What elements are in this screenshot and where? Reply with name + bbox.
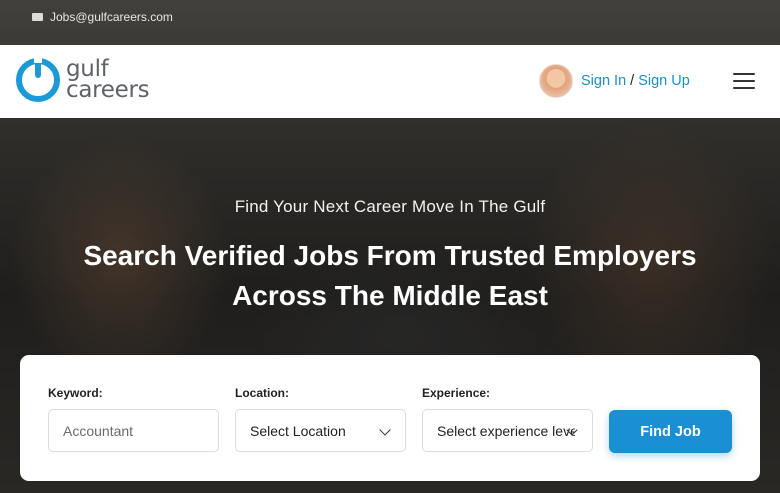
hero-title-line-2: Across The Middle East [232,280,548,311]
top-contact-bar: Jobs@gulfcareers.com [0,0,780,45]
experience-label: Experience: [422,386,491,400]
keyword-label: Keyword: [48,386,103,400]
hero-subtitle: Find Your Next Career Move In The Gulf [234,197,546,216]
keyword-input[interactable] [63,422,218,439]
hamburger-icon[interactable] [733,73,755,89]
user-avatar[interactable] [539,64,573,98]
site-header: gulf careers Sign In / Sign Up [0,45,780,118]
site-logo[interactable]: gulf careers [16,58,150,103]
job-search-form: Keyword: Location: Select Location Exper… [20,355,760,481]
auth-separator: / [630,73,635,89]
location-select[interactable]: Select Location [235,409,406,452]
keyword-field[interactable] [48,409,219,452]
find-job-button[interactable]: Find Job [609,410,732,453]
logo-wordmark: gulf careers [66,58,150,103]
contact-email[interactable]: Jobs@gulfcareers.com [50,10,173,24]
hero-title-line-1: Search Verified Jobs From Trusted Employ… [83,240,697,271]
experience-select[interactable]: Select experience level [422,409,593,452]
envelope-icon [32,12,43,21]
auth-area: Sign In / Sign Up [539,64,690,98]
hero-title: Search Verified Jobs From Trusted Employ… [40,236,740,316]
location-label: Location: [235,386,289,400]
sign-up-link[interactable]: Sign Up [638,73,690,89]
logo-line-2: careers [66,77,150,103]
sign-in-link[interactable]: Sign In [581,73,626,89]
auth-links: Sign In / Sign Up [581,73,690,89]
experience-select-value: Select experience level [437,422,575,439]
location-select-value: Select Location [250,422,346,439]
logo-mark-icon [16,58,60,102]
